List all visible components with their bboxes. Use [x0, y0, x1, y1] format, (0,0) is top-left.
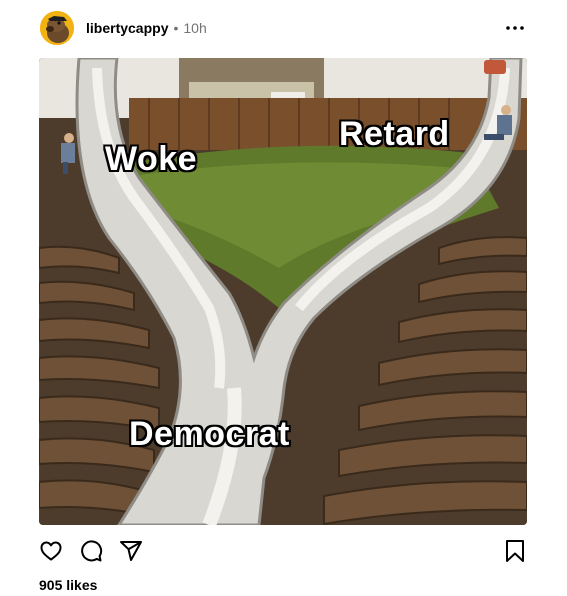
- bookmark-icon: [506, 540, 524, 562]
- username[interactable]: libertycappy: [86, 20, 168, 36]
- share-button[interactable]: [119, 539, 143, 563]
- meme-label-retard: Retard: [339, 115, 450, 153]
- post-actions: [39, 538, 527, 564]
- save-button[interactable]: [503, 539, 527, 563]
- avatar-icon: [40, 11, 74, 45]
- comment-button[interactable]: [79, 539, 103, 563]
- heart-icon: [40, 541, 62, 561]
- post-time[interactable]: 10h: [183, 20, 206, 36]
- more-horizontal-icon: [506, 26, 524, 30]
- meme-label-democrat: Democrat: [129, 415, 290, 453]
- post-header: libertycappy • 10h: [40, 10, 527, 46]
- avatar[interactable]: [40, 11, 74, 45]
- share-icon: [120, 541, 142, 561]
- meme-photo: [39, 58, 527, 525]
- meme-label-woke: Woke: [105, 140, 198, 178]
- post-image[interactable]: Woke Retard Democrat: [39, 58, 527, 525]
- likes-count[interactable]: 905 likes: [39, 577, 97, 593]
- separator-dot: •: [173, 20, 179, 36]
- like-button[interactable]: [39, 539, 63, 563]
- comment-icon: [81, 540, 103, 562]
- more-options-button[interactable]: [503, 16, 527, 40]
